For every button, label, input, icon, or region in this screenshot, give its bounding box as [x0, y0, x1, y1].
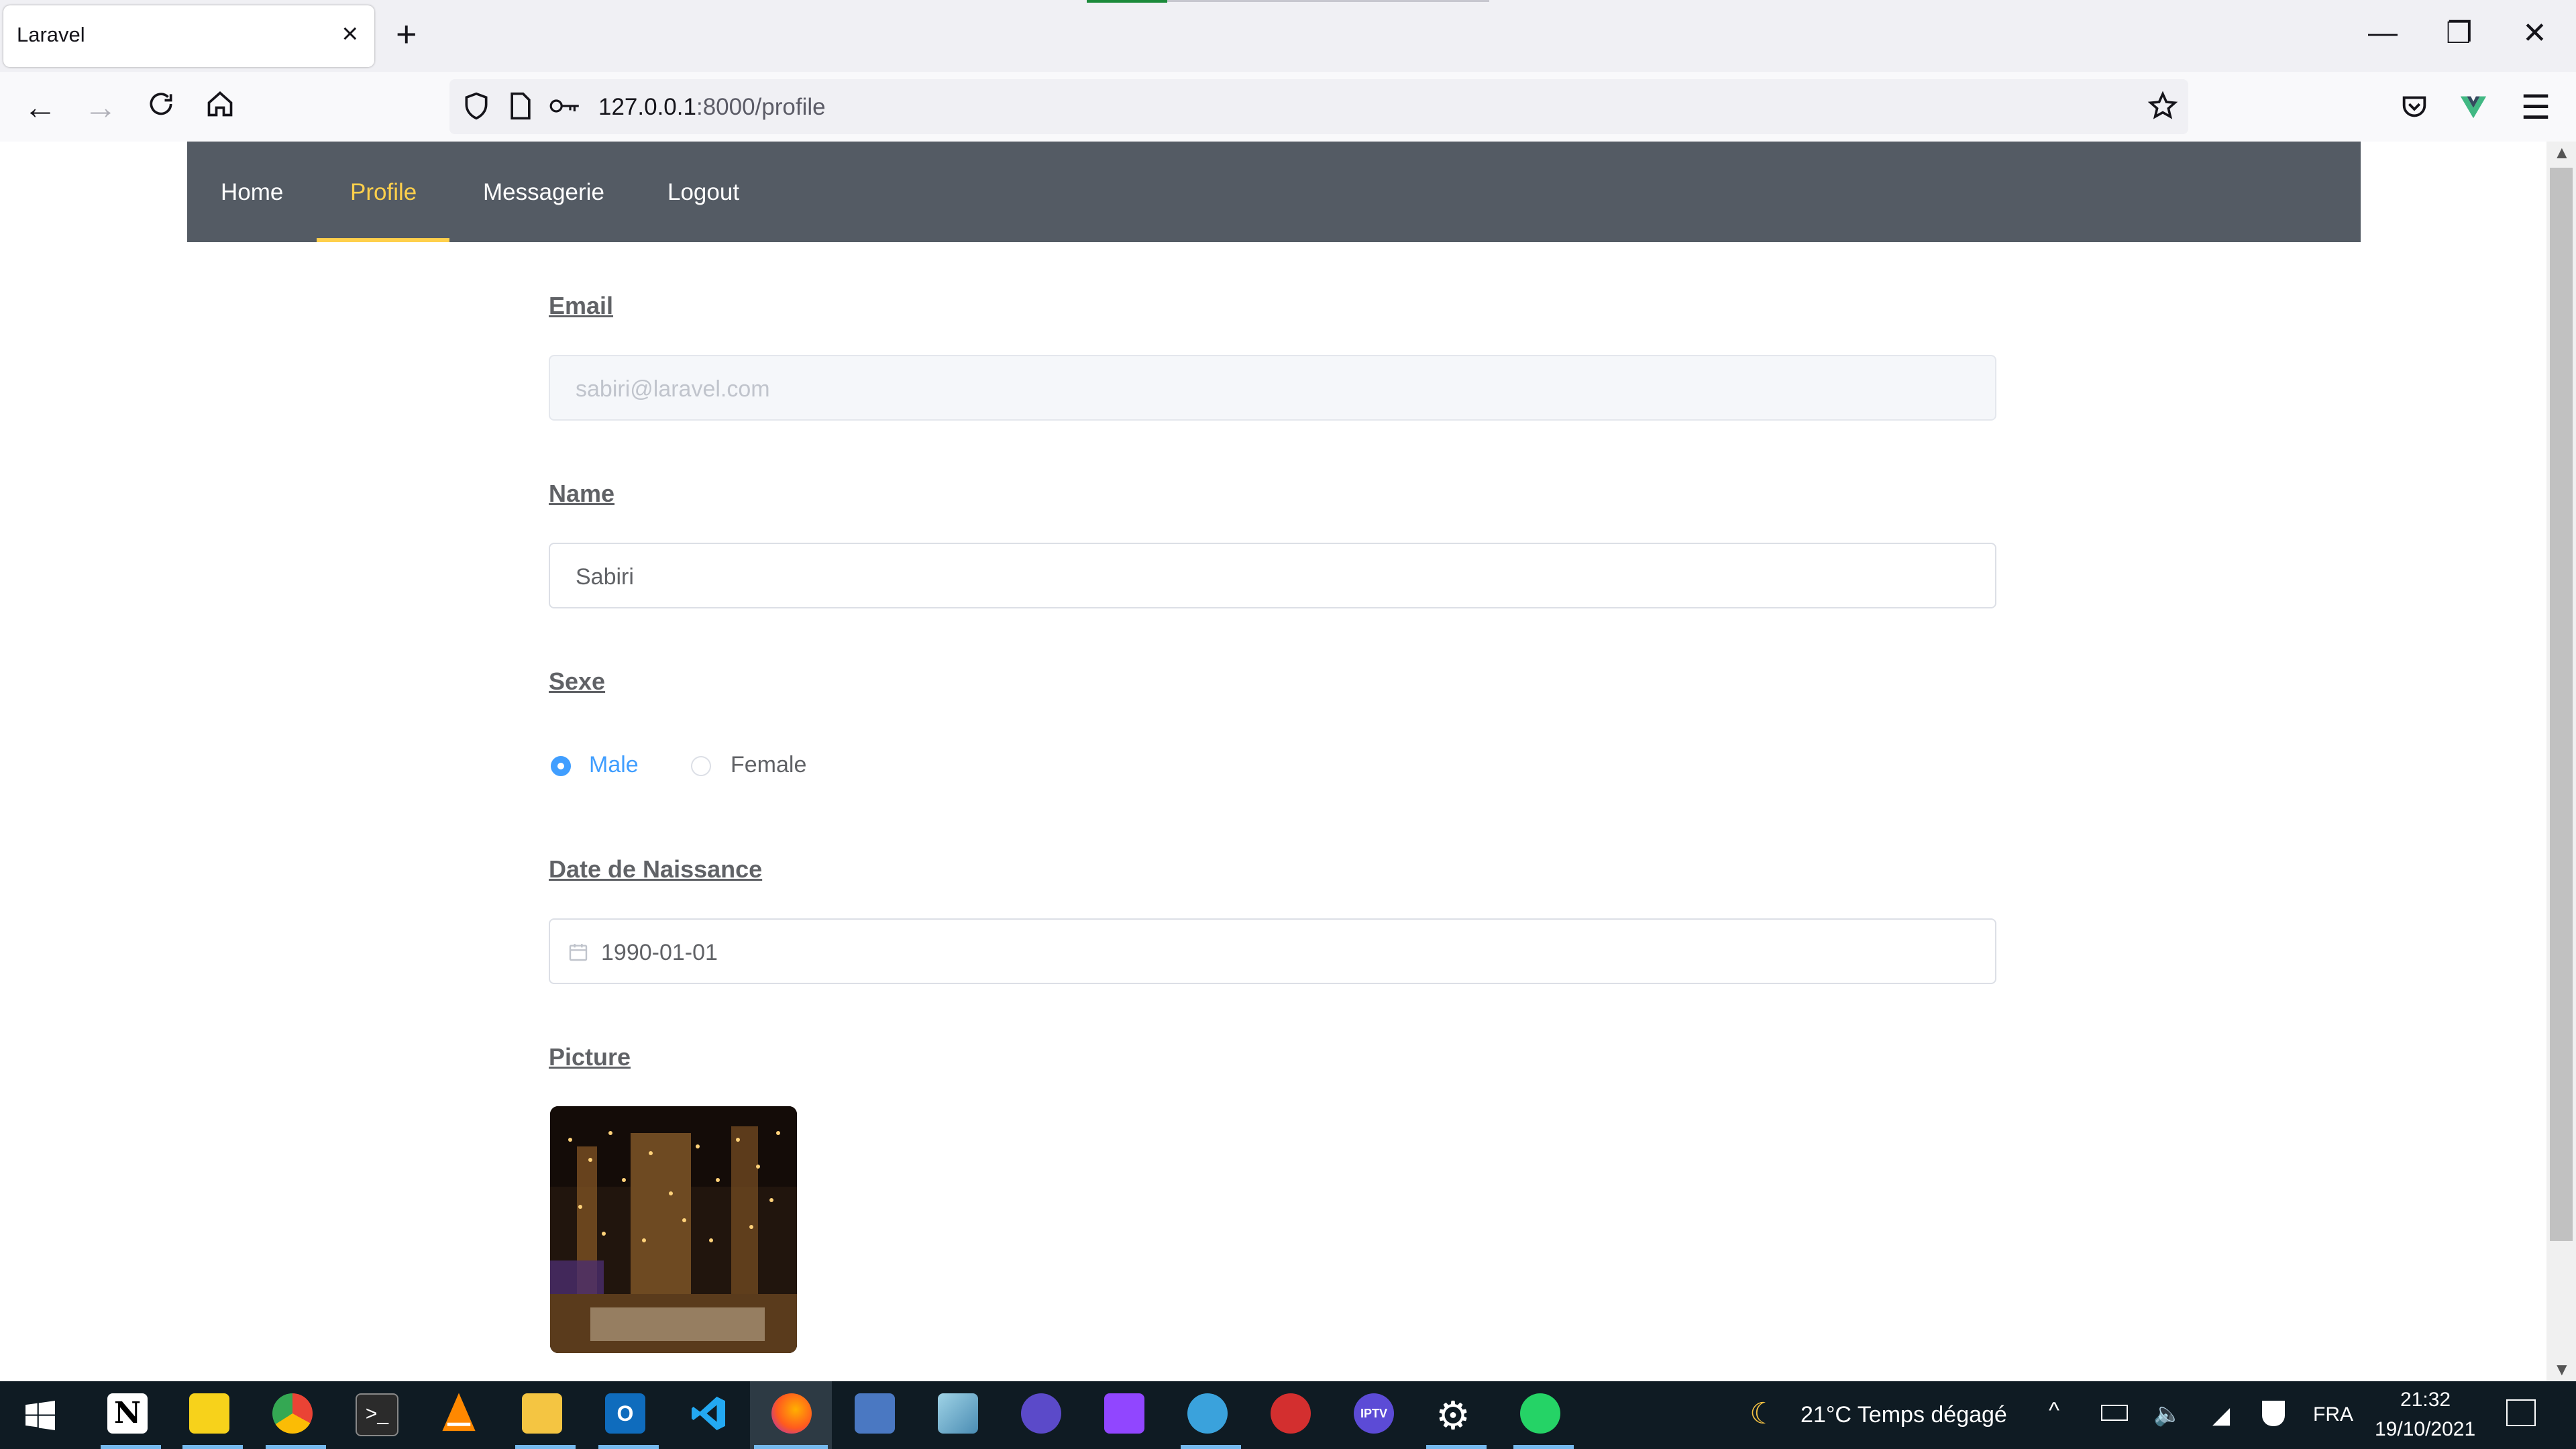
- notes-app-icon[interactable]: [938, 1393, 978, 1434]
- whatsapp-icon[interactable]: [1520, 1393, 1560, 1434]
- name-label: Name: [549, 480, 615, 507]
- radio-male-label[interactable]: Male: [589, 752, 639, 778]
- calendar-icon: [568, 941, 589, 966]
- browser-tab-bar: [0, 0, 2576, 72]
- clock-time[interactable]: 21:32: [2400, 1389, 2451, 1411]
- scroll-up-icon[interactable]: ▲: [2553, 142, 2571, 163]
- dob-date-picker[interactable]: 1990-01-01: [549, 918, 1996, 984]
- email-value: sabiri@laravel.com: [576, 376, 770, 402]
- pocket-icon[interactable]: [2399, 91, 2430, 125]
- dob-label: Date de Naissance: [549, 855, 763, 883]
- scroll-down-icon[interactable]: ▼: [2553, 1359, 2571, 1380]
- dob-value: 1990-01-01: [601, 940, 718, 965]
- vlc-icon[interactable]: [439, 1391, 479, 1438]
- taskbar-active-indicator: [598, 1445, 659, 1449]
- vscode-icon[interactable]: [688, 1393, 729, 1437]
- tab-title: Laravel: [17, 23, 85, 46]
- page-icon: [507, 91, 534, 124]
- tab-close-icon[interactable]: ×: [341, 17, 358, 50]
- browser-tab[interactable]: Laravel ×: [3, 5, 374, 67]
- settings-gear-icon[interactable]: ⚙: [1436, 1393, 1470, 1438]
- outlook-icon[interactable]: O: [605, 1393, 645, 1434]
- chrome-icon[interactable]: [272, 1393, 313, 1434]
- forward-icon[interactable]: →: [79, 86, 122, 129]
- name-value: Sabiri: [576, 564, 634, 590]
- url-bar[interactable]: 127.0.0.1:8000/profile: [449, 79, 2188, 134]
- nav-messagerie[interactable]: Messagerie: [483, 179, 604, 206]
- tab-loading-track: [1167, 0, 1489, 2]
- menu-icon[interactable]: ☰: [2514, 86, 2557, 129]
- sexe-label: Sexe: [549, 667, 606, 695]
- back-icon[interactable]: ←: [19, 86, 62, 129]
- url-text[interactable]: 127.0.0.1:8000/profile: [598, 94, 826, 121]
- profile-picture: [550, 1106, 797, 1353]
- nav-home[interactable]: Home: [221, 179, 283, 206]
- bookmark-star-icon[interactable]: [2147, 90, 2179, 125]
- nav-profile[interactable]: Profile: [350, 179, 417, 206]
- telegram-icon[interactable]: [1187, 1393, 1228, 1434]
- new-tab-button[interactable]: +: [396, 13, 417, 55]
- shield-icon[interactable]: [462, 91, 491, 124]
- taskbar-active-indicator: [754, 1445, 828, 1449]
- taskbar-active-indicator: [182, 1445, 243, 1449]
- taskbar-active-indicator: [101, 1445, 161, 1449]
- twitch-icon[interactable]: [1104, 1393, 1144, 1434]
- weather-text[interactable]: 21°C Temps dégagé: [1801, 1402, 2007, 1428]
- page-viewport: Home Profile Messagerie Logout Email sab…: [0, 142, 2546, 1381]
- windows-start-icon[interactable]: [25, 1401, 55, 1434]
- iptv-icon[interactable]: IPTV: [1354, 1393, 1394, 1434]
- reload-icon[interactable]: [140, 86, 182, 129]
- sticky-notes-icon[interactable]: [189, 1393, 229, 1434]
- key-icon[interactable]: [549, 93, 581, 123]
- notifications-icon[interactable]: [2506, 1399, 2536, 1426]
- radio-female-label[interactable]: Female: [731, 752, 806, 778]
- file-explorer-icon[interactable]: [522, 1393, 562, 1434]
- clock-date[interactable]: 19/10/2021: [2375, 1418, 2475, 1441]
- name-field[interactable]: Sabiri: [549, 543, 1996, 608]
- clock-app-icon[interactable]: [1271, 1393, 1311, 1434]
- tab-loading-indicator: [1087, 0, 1167, 3]
- taskbar-active-indicator: [1513, 1445, 1574, 1449]
- wifi-icon[interactable]: ◢: [2212, 1402, 2230, 1429]
- picture-label: Picture: [549, 1043, 631, 1071]
- taskbar-active-indicator: [515, 1445, 576, 1449]
- scrollbar-thumb[interactable]: [2550, 168, 2573, 1241]
- network-manager-icon[interactable]: [855, 1393, 895, 1434]
- vue-devtools-icon[interactable]: [2458, 91, 2489, 125]
- taskbar-active-indicator: [266, 1445, 326, 1449]
- notion-icon[interactable]: N: [107, 1393, 148, 1434]
- taskbar-active-indicator: [1426, 1445, 1487, 1449]
- radio-female[interactable]: [691, 756, 711, 776]
- firefox-icon[interactable]: [771, 1393, 812, 1434]
- moon-app-icon[interactable]: [1021, 1393, 1061, 1434]
- language-indicator[interactable]: FRA: [2313, 1403, 2353, 1426]
- home-icon[interactable]: [199, 86, 241, 129]
- close-window-button[interactable]: ✕: [2522, 16, 2547, 50]
- volume-icon[interactable]: 🔈: [2153, 1401, 2182, 1428]
- taskbar-active-indicator: [1181, 1445, 1241, 1449]
- restore-button[interactable]: ❐: [2446, 16, 2472, 50]
- terminal-icon[interactable]: >_: [356, 1393, 398, 1436]
- battery-icon[interactable]: [2101, 1405, 2128, 1421]
- weather-moon-icon[interactable]: ☾: [1750, 1397, 1776, 1431]
- nav-logout[interactable]: Logout: [667, 179, 739, 206]
- minimize-button[interactable]: —: [2368, 16, 2398, 50]
- radio-male[interactable]: [551, 756, 571, 776]
- email-label: Email: [549, 292, 614, 319]
- email-field: sabiri@laravel.com: [549, 355, 1996, 421]
- nav-active-underline: [317, 238, 449, 242]
- tray-chevron-icon[interactable]: ^: [2049, 1398, 2059, 1424]
- security-shield-icon[interactable]: [2262, 1401, 2285, 1426]
